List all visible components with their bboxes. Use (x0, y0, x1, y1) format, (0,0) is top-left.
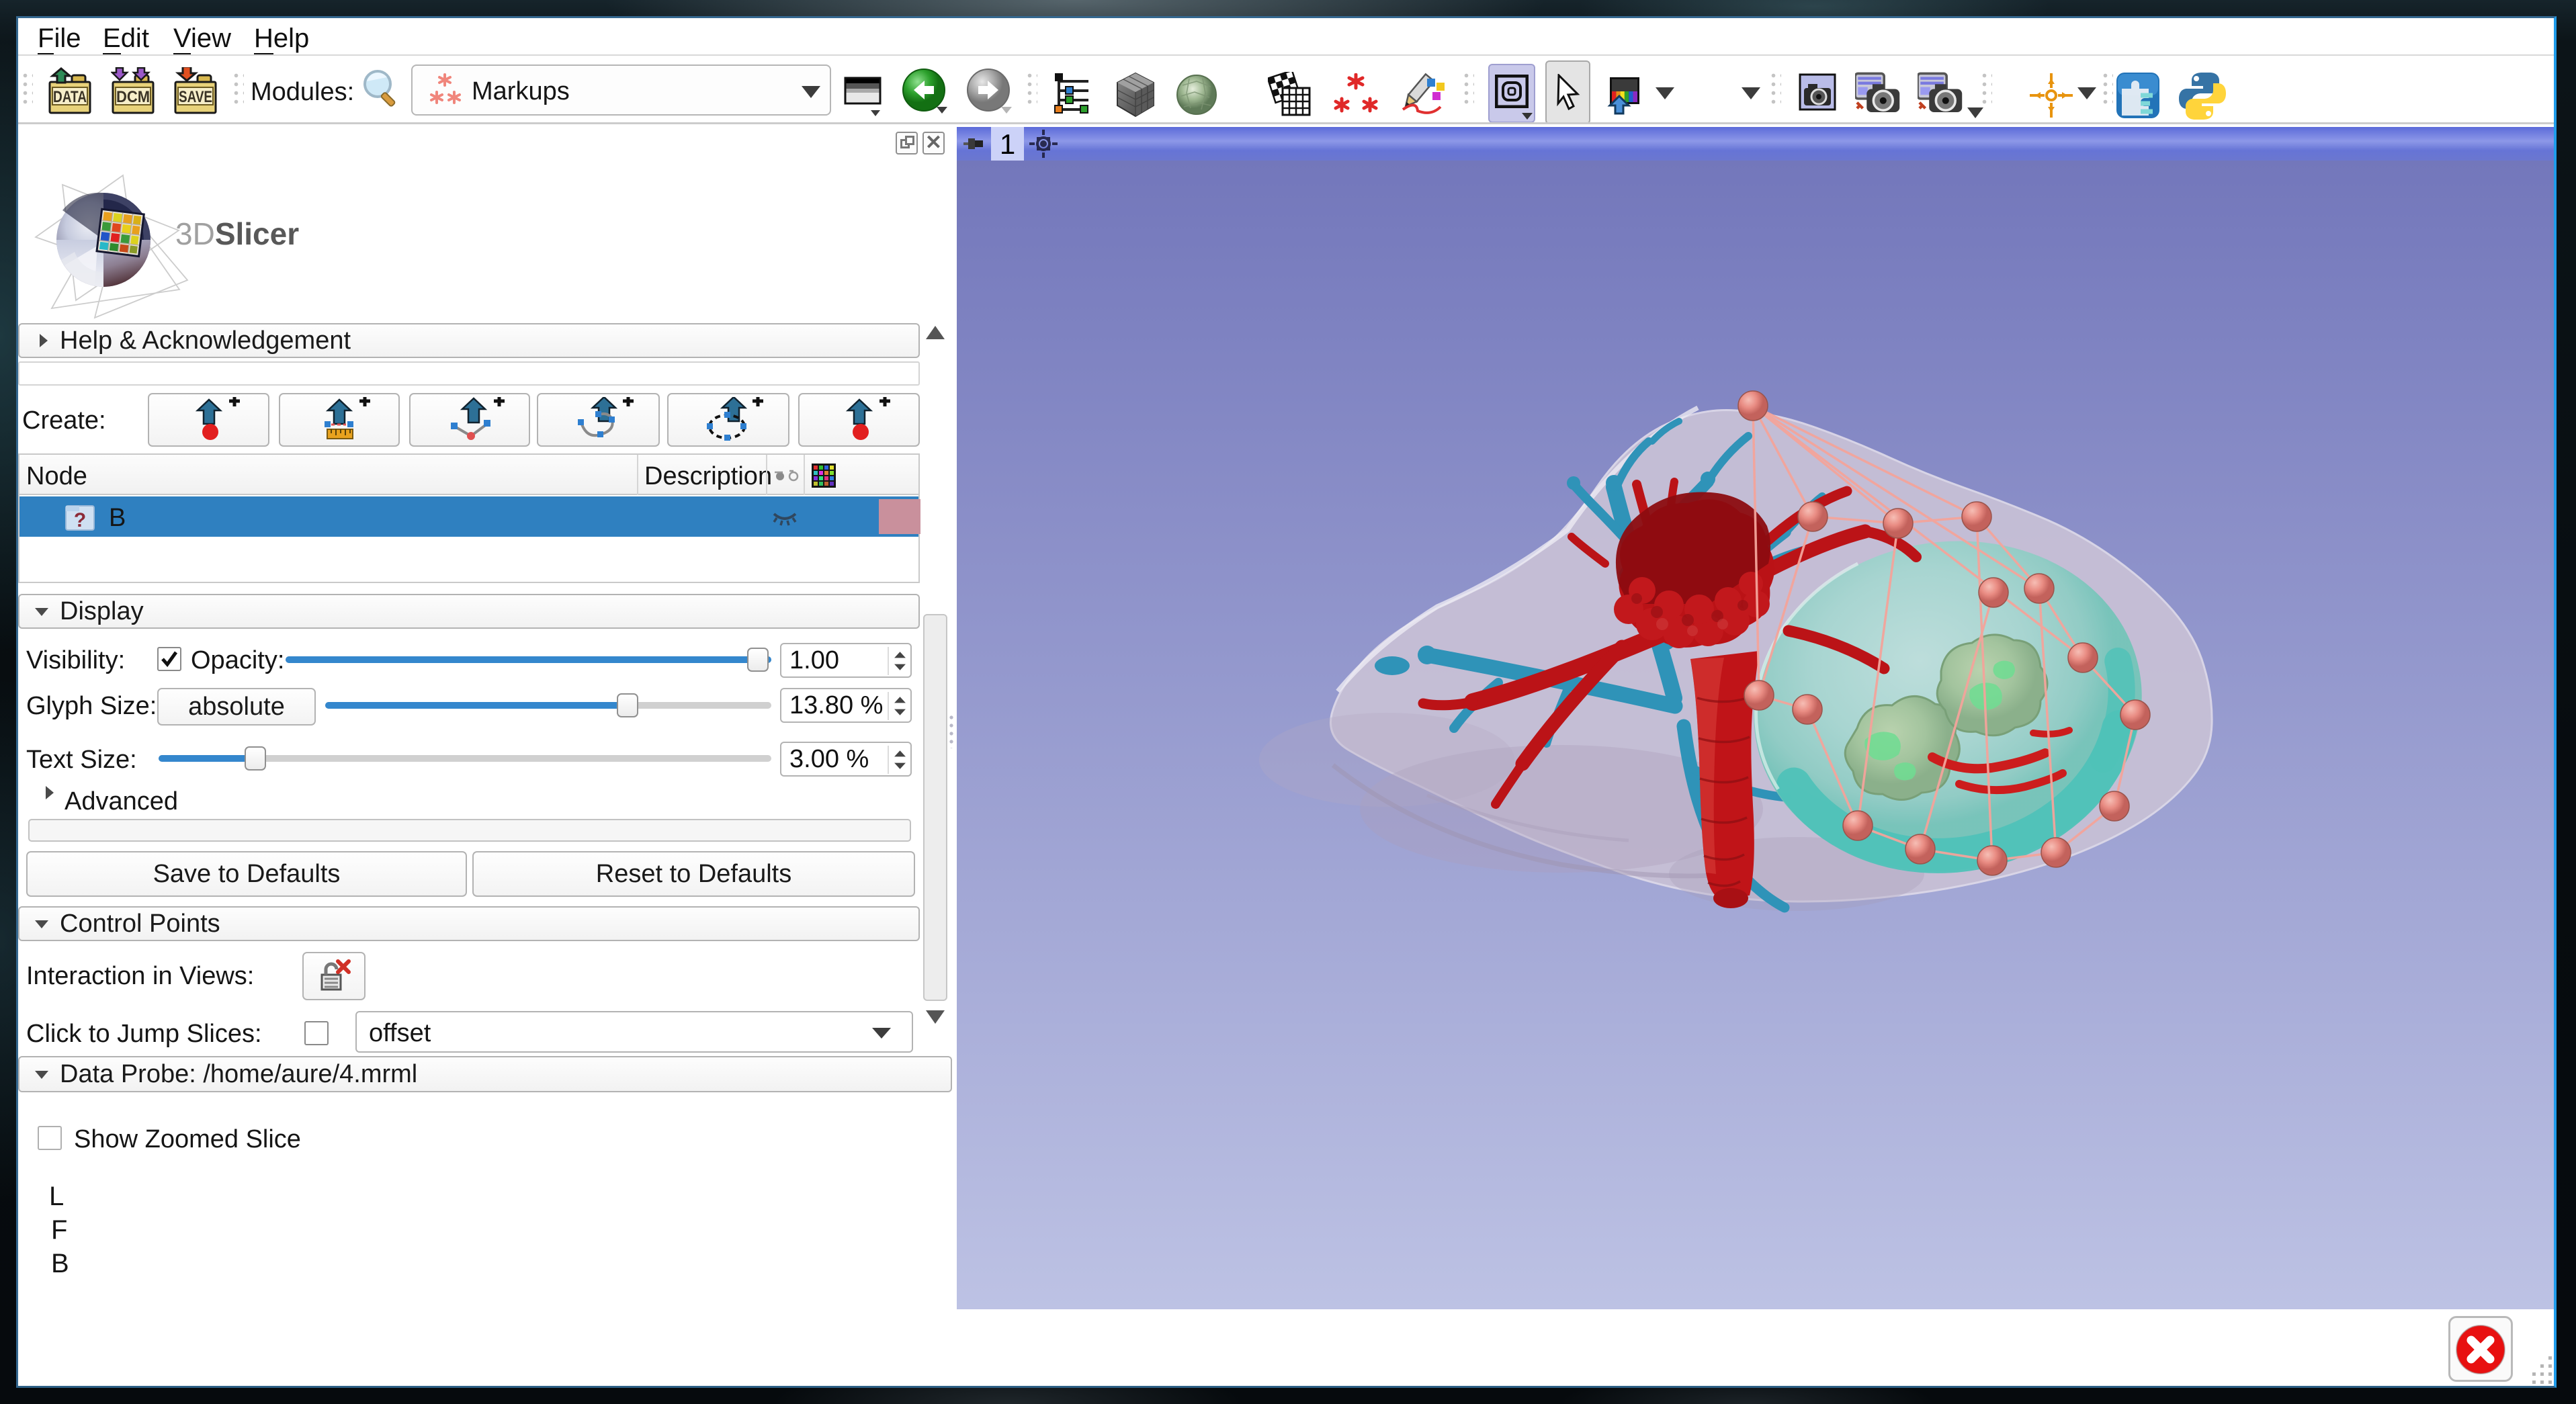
svg-text:?: ? (74, 509, 86, 531)
svg-text:DCM: DCM (116, 88, 150, 106)
svg-text:SAVE: SAVE (179, 88, 212, 106)
svg-text:DATA: DATA (53, 88, 87, 106)
